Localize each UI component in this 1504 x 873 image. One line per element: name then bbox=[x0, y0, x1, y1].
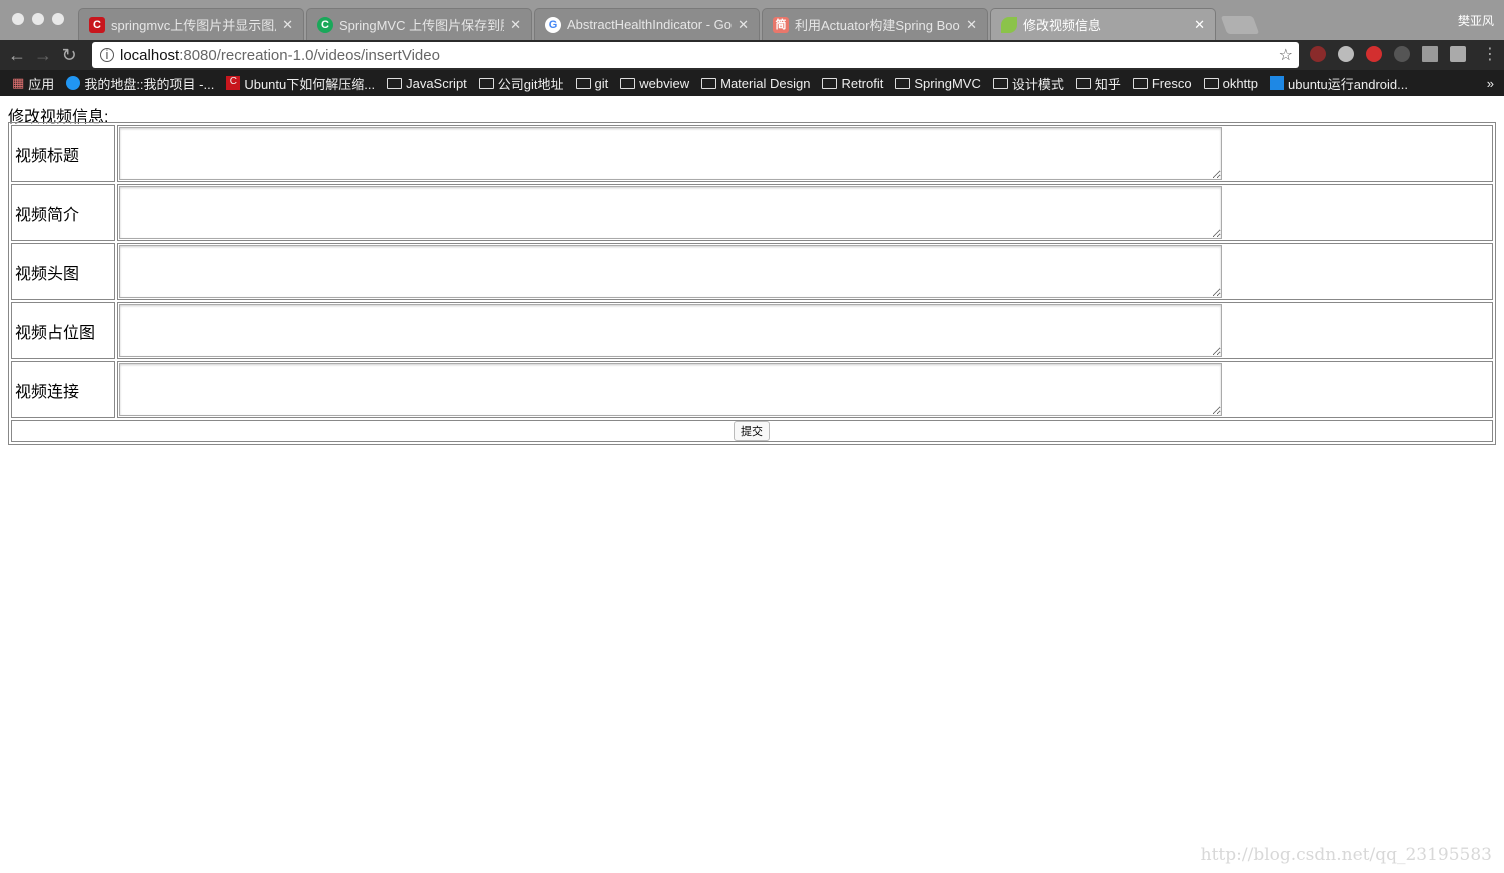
form-row: 视频简介 bbox=[11, 184, 1493, 241]
minimize-window-button[interactable] bbox=[32, 13, 44, 25]
form-row: 视频连接 bbox=[11, 361, 1493, 418]
bookmark[interactable]: C Ubuntu下如何解压缩... bbox=[226, 74, 375, 93]
close-tab-icon[interactable]: ✕ bbox=[1194, 17, 1205, 33]
folder-icon bbox=[387, 77, 403, 89]
apps-grid-icon: ▦ bbox=[12, 75, 25, 90]
extension-icon[interactable] bbox=[1310, 46, 1326, 62]
folder-icon bbox=[575, 77, 591, 89]
bookmark-folder[interactable]: Fresco bbox=[1132, 76, 1192, 91]
tab-4-active[interactable]: 修改视频信息 ✕ bbox=[990, 8, 1216, 40]
bookmark-folder[interactable]: 知乎 bbox=[1075, 74, 1121, 93]
field-label-placeholder: 视频占位图 bbox=[11, 302, 115, 359]
bookmark[interactable]: ubuntu运行android... bbox=[1270, 74, 1408, 93]
bookmark[interactable]: 我的地盘::我的项目 -... bbox=[66, 74, 214, 93]
folder-icon bbox=[1075, 77, 1091, 89]
google-icon: G bbox=[545, 16, 561, 33]
globe-icon bbox=[66, 76, 81, 90]
bookmark-folder[interactable]: webview bbox=[620, 76, 689, 91]
green-c-icon: C bbox=[317, 16, 333, 33]
forward-icon[interactable]: → bbox=[30, 45, 56, 66]
folder-icon bbox=[701, 77, 717, 89]
close-tab-icon[interactable]: ✕ bbox=[282, 17, 293, 33]
tab-2[interactable]: G AbstractHealthIndicator - Goo ✕ bbox=[534, 8, 760, 40]
close-window-button[interactable] bbox=[12, 13, 24, 25]
profile-name[interactable]: 樊亚风 bbox=[1458, 12, 1494, 29]
folder-icon bbox=[822, 77, 838, 89]
bookmark-folder[interactable]: 公司git地址 bbox=[478, 74, 564, 93]
spring-leaf-icon bbox=[1001, 16, 1017, 33]
bookmark-folder[interactable]: JavaScript bbox=[387, 76, 467, 91]
close-tab-icon[interactable]: ✕ bbox=[738, 17, 749, 33]
extension-icon[interactable] bbox=[1422, 46, 1438, 62]
folder-icon bbox=[478, 77, 494, 89]
tab-1[interactable]: CSpringMVC 上传图片保存到服务✕ bbox=[306, 8, 532, 40]
folder-icon bbox=[1132, 77, 1148, 89]
field-label-description: 视频简介 bbox=[11, 184, 115, 241]
description-input[interactable] bbox=[119, 186, 1222, 239]
drive-icon[interactable] bbox=[1450, 46, 1466, 62]
placeholder-image-input[interactable] bbox=[119, 304, 1222, 357]
folder-icon bbox=[1203, 77, 1219, 89]
address-bar[interactable]: i localhost:8080/recreation-1.0/videos/i… bbox=[92, 42, 1299, 68]
ubuntu-site-icon bbox=[1270, 76, 1285, 90]
csdn-icon: C bbox=[226, 76, 241, 90]
folder-icon bbox=[992, 77, 1008, 89]
tab-bar: Cspringmvc上传图片并显示图片- ✕ C SpringMVC 上传图片保存到… bbox=[0, 0, 1504, 40]
bookmark-folder[interactable]: 设计模式 bbox=[992, 74, 1064, 93]
zoom-window-button[interactable] bbox=[52, 13, 64, 25]
submit-button[interactable]: 提交 bbox=[734, 421, 770, 441]
video-form-table: 视频标题 视频简介 视频头图 视频占位图 视频连接 提交 bbox=[8, 122, 1496, 445]
bookmarks-bar: ▦ 应用 我的地盘::我的项目 -... C Ubuntu下如何解压缩... Jav… bbox=[0, 70, 1504, 96]
reload-icon[interactable]: ↻ bbox=[56, 45, 82, 66]
new-tab-button[interactable] bbox=[1220, 16, 1260, 34]
close-tab-icon[interactable]: ✕ bbox=[510, 17, 521, 33]
field-label-title: 视频标题 bbox=[11, 125, 115, 182]
bookmark-star-icon[interactable]: ☆ bbox=[1279, 45, 1293, 65]
field-label-cover: 视频头图 bbox=[11, 243, 115, 300]
tab-3[interactable]: 简利用Actuator构建Spring Boot ✕ bbox=[762, 8, 988, 40]
cover-image-input[interactable] bbox=[119, 245, 1222, 298]
back-icon[interactable]: ← bbox=[4, 45, 30, 66]
bookmark-folder[interactable]: Retrofit bbox=[822, 76, 883, 91]
bookmark-apps[interactable]: ▦ 应用 bbox=[12, 74, 54, 93]
form-row: 视频标题 bbox=[11, 125, 1493, 182]
extension-icon[interactable] bbox=[1338, 46, 1354, 62]
bookmark-folder[interactable]: git bbox=[575, 76, 608, 91]
extension-icon[interactable] bbox=[1394, 46, 1410, 62]
bookmark-folder[interactable]: Material Design bbox=[701, 76, 810, 91]
jianshu-icon: 简 bbox=[773, 16, 789, 33]
form-row: 提交 bbox=[11, 420, 1493, 442]
tab-0[interactable]: Cspringmvc上传图片并显示图片- ✕ bbox=[78, 8, 304, 40]
watermark: http://blog.csdn.net/qq_23195583 bbox=[1200, 845, 1492, 865]
adblock-icon[interactable] bbox=[1366, 46, 1382, 62]
form-row: 视频占位图 bbox=[11, 302, 1493, 359]
csdn-icon: C bbox=[89, 16, 105, 33]
bookmark-folder[interactable]: okhttp bbox=[1203, 76, 1258, 91]
window-controls[interactable] bbox=[12, 13, 64, 25]
more-bookmarks-button[interactable]: » bbox=[1487, 76, 1494, 91]
title-input[interactable] bbox=[119, 127, 1222, 180]
video-link-input[interactable] bbox=[119, 363, 1222, 416]
bookmark-folder[interactable]: SpringMVC bbox=[895, 76, 981, 91]
page-content: 修改视频信息: 视频标题 视频简介 视频头图 视频占位图 视频连接 提交 htt… bbox=[0, 96, 1504, 873]
info-icon[interactable]: i bbox=[100, 48, 114, 62]
menu-icon[interactable]: ⋮ bbox=[1482, 44, 1498, 64]
field-label-link: 视频连接 bbox=[11, 361, 115, 418]
toolbar: ← → ↻ i localhost:8080/recreation-1.0/vi… bbox=[0, 40, 1504, 70]
folder-icon bbox=[895, 77, 911, 89]
folder-icon bbox=[620, 77, 636, 89]
form-row: 视频头图 bbox=[11, 243, 1493, 300]
close-tab-icon[interactable]: ✕ bbox=[966, 17, 977, 33]
